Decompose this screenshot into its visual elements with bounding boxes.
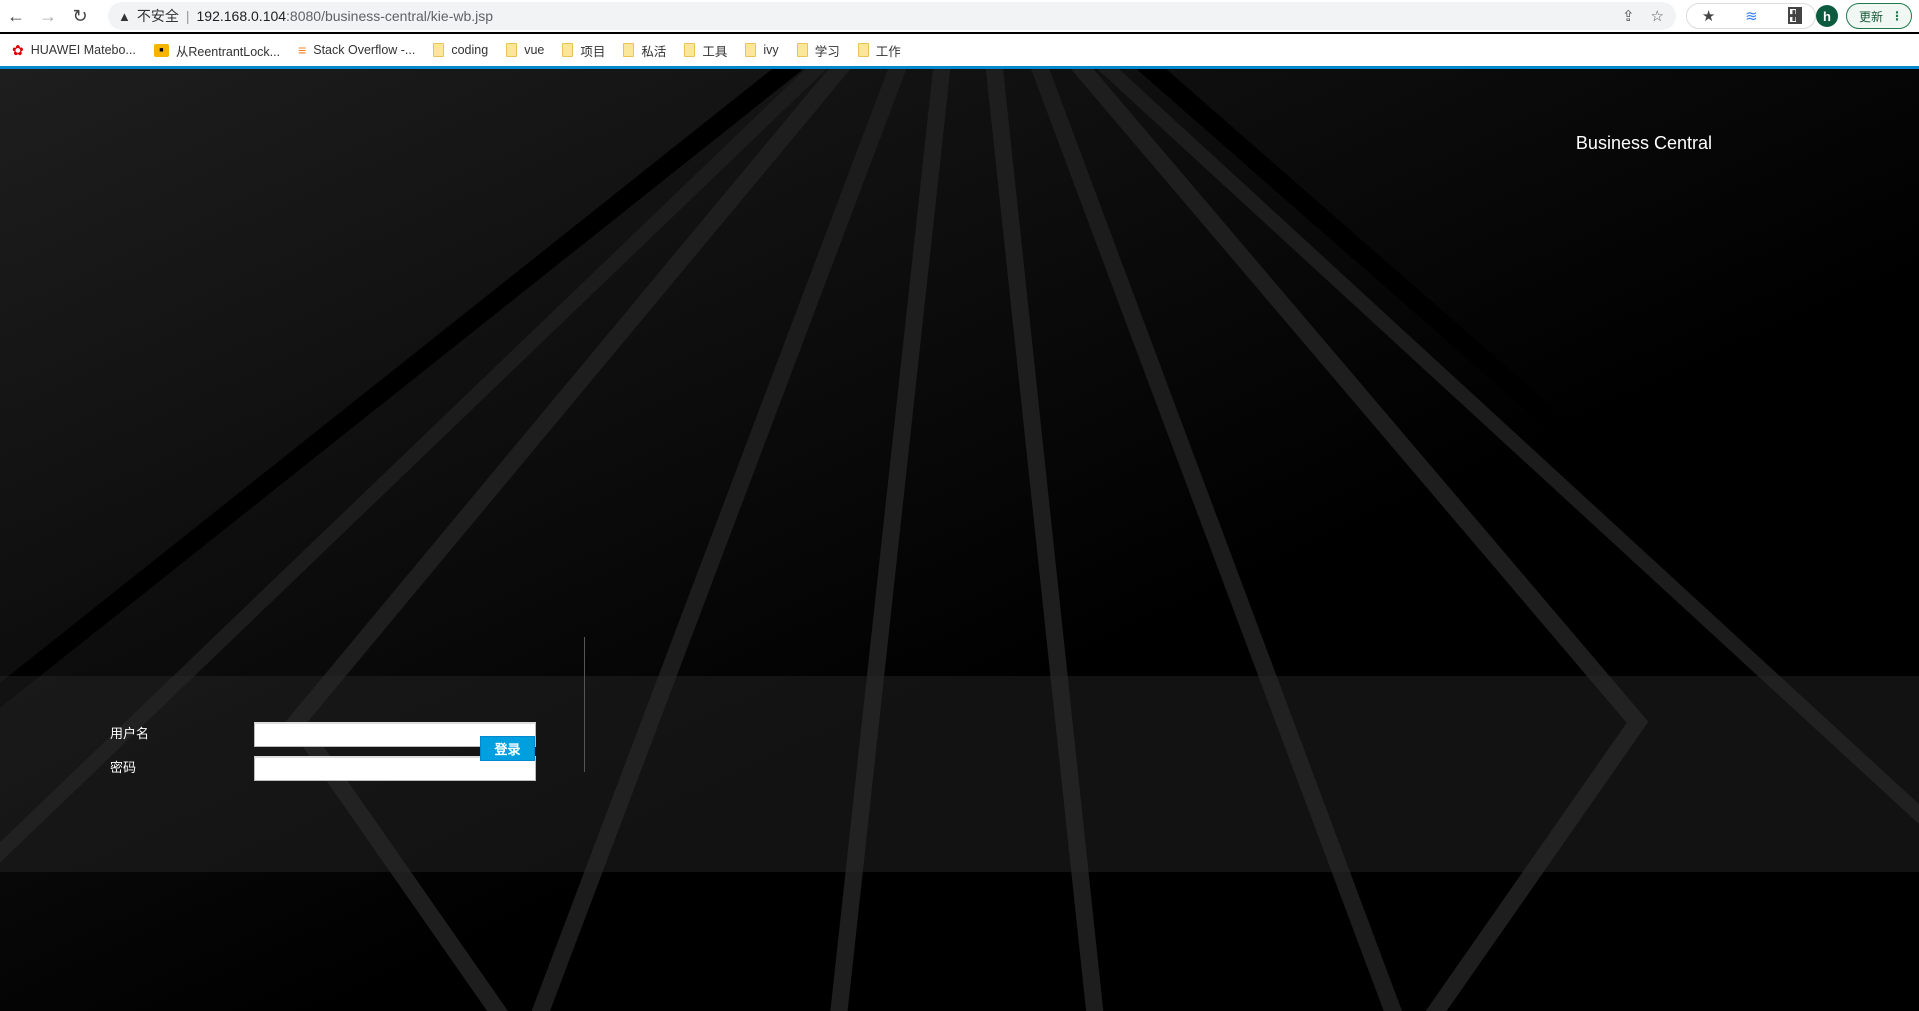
folder-icon (796, 43, 808, 57)
bookmark-label: 从ReentrantLock... (175, 44, 281, 59)
separator: | (185, 8, 190, 24)
bookmark-item[interactable]: ■ 从ReentrantLock... (153, 41, 281, 60)
bookmark-label: 工作 (875, 44, 901, 59)
login-page: Business Central (0, 69, 1919, 1011)
bookmark-star-icon[interactable]: ☆ (1651, 7, 1664, 25)
bookmark-label: 私活 (641, 44, 667, 59)
folder-icon (684, 43, 696, 57)
login-button[interactable]: 登录 (480, 736, 535, 761)
bookmark-item[interactable]: 工具 (684, 41, 727, 60)
update-button[interactable]: 更新 ⋮ (1846, 3, 1912, 29)
security-label: 不安全 (136, 8, 179, 24)
bookmark-item[interactable]: 学习 (796, 41, 840, 60)
bookmark-label: vue (524, 43, 545, 57)
bookmark-item[interactable]: 私活 (623, 41, 666, 60)
folder-icon (745, 43, 757, 57)
menu-icon[interactable]: ⋮ (1891, 9, 1903, 23)
browser-toolbar: ← → ↻ ▲ 不安全 | 192.168.0.104 :8080/busine… (0, 0, 1919, 32)
huawei-icon: ✿ (12, 41, 24, 58)
stackoverflow-icon: ≡ (298, 42, 307, 58)
brand-title: Business Central (1575, 133, 1712, 153)
password-label: 密码 (110, 760, 137, 775)
folder-icon (433, 43, 445, 57)
folder-icon (562, 43, 574, 57)
star-extension-icon[interactable]: ★ (1702, 7, 1715, 25)
bookmark-item[interactable]: ✿ HUAWEI Matebo... (12, 42, 136, 59)
avatar[interactable]: h (1816, 5, 1838, 27)
bookmark-item[interactable]: ≡ Stack Overflow -... (298, 42, 415, 58)
bookmark-item[interactable]: coding (433, 43, 488, 57)
update-label: 更新 (1859, 9, 1884, 24)
layers-extension-icon[interactable]: ≋ (1745, 7, 1758, 25)
share-icon[interactable]: ⇪ (1622, 7, 1635, 25)
site-icon: ■ (153, 43, 169, 57)
bookmark-label: coding (451, 43, 489, 57)
bookmarks-bar: ✿ HUAWEI Matebo... ■ 从ReentrantLock... ≡ Stac… (0, 34, 1919, 66)
url-host: 192.168.0.104 (196, 8, 287, 24)
warning-icon: ▲ (118, 8, 131, 24)
bookmark-label: HUAWEI Matebo... (30, 43, 136, 57)
username-label: 用户名 (110, 726, 150, 741)
folder-icon (857, 43, 869, 57)
bookmark-label: 学习 (814, 44, 840, 59)
forward-button[interactable]: → (32, 0, 64, 32)
side-panel-icon[interactable] (1788, 7, 1802, 24)
address-bar[interactable]: ▲ 不安全 | 192.168.0.104 :8080/business-cen… (108, 2, 1676, 30)
folder-icon (623, 43, 635, 57)
bookmark-item[interactable]: 项目 (562, 41, 605, 60)
divider (584, 637, 585, 772)
reload-button[interactable]: ↻ (64, 0, 96, 32)
bookmark-label: 工具 (702, 44, 728, 59)
bookmark-label: 项目 (580, 44, 606, 59)
bookmark-item[interactable]: ivy (745, 43, 779, 57)
url-path: :8080/business-central/kie-wb.jsp (286, 8, 494, 24)
bookmark-label: ivy (763, 43, 779, 57)
folder-icon (506, 43, 518, 57)
bookmark-item[interactable]: 工作 (857, 41, 901, 60)
back-button[interactable]: ← (0, 0, 32, 32)
bookmark-label: Stack Overflow -... (313, 43, 416, 57)
bookmark-item[interactable]: vue (506, 43, 544, 57)
